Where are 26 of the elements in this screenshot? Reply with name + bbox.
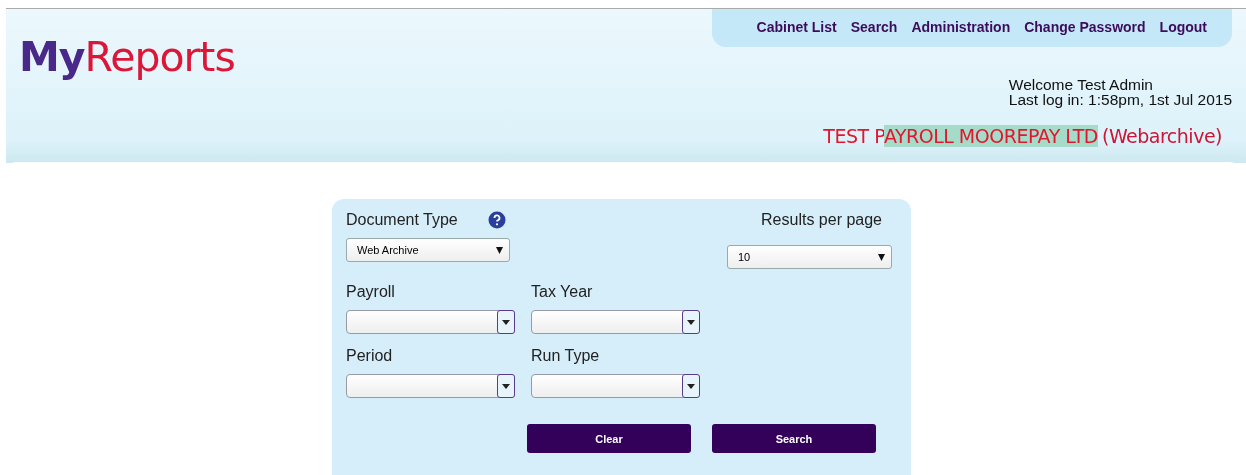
dropdown-arrow-icon	[878, 253, 885, 261]
field-label: Run Type	[531, 347, 601, 365]
nav-link[interactable]: Cabinet List	[756, 19, 837, 35]
logo: MyReports	[19, 33, 235, 83]
nav-link[interactable]: Search	[850, 19, 898, 35]
field-label: Payroll	[346, 283, 396, 301]
field-label: Results per page	[761, 211, 882, 229]
archive-label: (Webarchive)	[1102, 125, 1222, 147]
last-login-text: Last log in: 1:58pm, 1st Jul 2015	[1008, 92, 1232, 107]
clear-button[interactable]: Clear	[527, 424, 691, 453]
document-type-select[interactable]: Web Archive	[346, 238, 510, 262]
combo-box[interactable]	[346, 310, 515, 334]
dropdown-arrow-icon	[496, 246, 503, 254]
nav-link[interactable]: Logout	[1159, 19, 1207, 35]
results-per-page-select[interactable]: 10	[727, 245, 892, 269]
combo-box[interactable]	[531, 374, 700, 398]
nav-link[interactable]: Administration	[911, 19, 1011, 35]
field-label: Document Type	[346, 211, 458, 229]
nav-link[interactable]: Change Password	[1024, 19, 1146, 35]
combo-box[interactable]	[531, 310, 700, 334]
help-icon[interactable]	[487, 211, 506, 229]
search-button[interactable]: Search	[712, 424, 876, 453]
welcome-text: Welcome Test Admin	[1008, 77, 1154, 92]
field-label: Period	[346, 347, 394, 365]
field-label: Tax Year	[531, 283, 594, 301]
combo-box[interactable]	[346, 374, 515, 398]
